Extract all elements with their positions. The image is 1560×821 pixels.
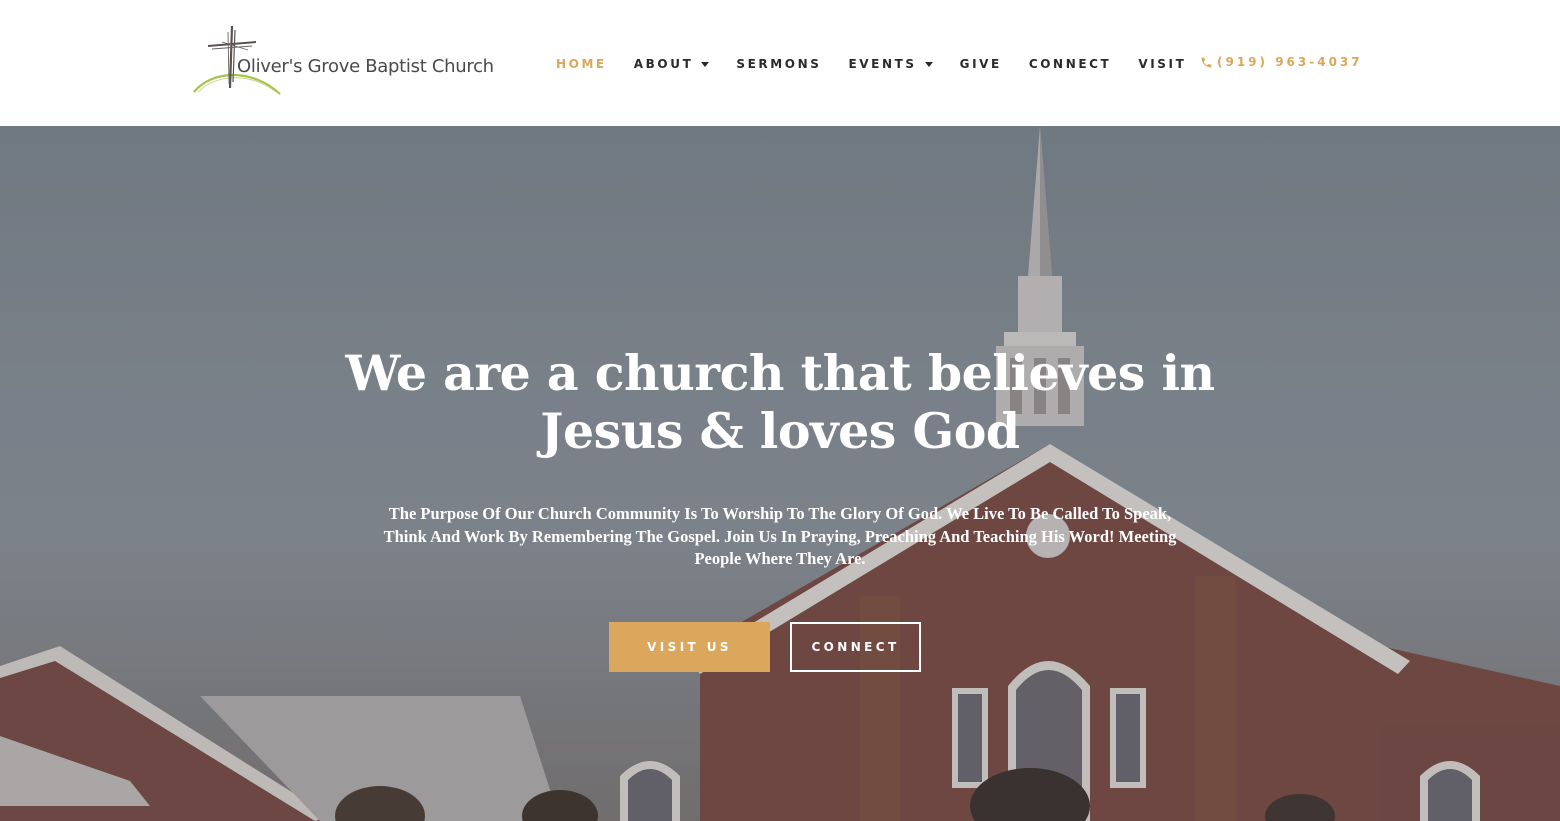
logo-text: Oliver's Grove Baptist Church <box>237 56 494 77</box>
nav-visit[interactable]: VISIT <box>1138 57 1186 71</box>
nav-events[interactable]: EVENTS <box>848 57 933 71</box>
hero-title-line2: Jesus & loves God <box>540 402 1020 460</box>
connect-button[interactable]: CONNECT <box>790 622 921 672</box>
phone-link[interactable]: (919) 963-4037 <box>1200 52 1363 72</box>
chevron-down-icon <box>701 61 710 67</box>
nav-events-label: EVENTS <box>848 57 917 71</box>
nav-sermons-label: SERMONS <box>736 57 822 71</box>
connect-label: CONNECT <box>811 640 900 654</box>
phone-number: (919) 963-4037 <box>1217 55 1363 69</box>
chevron-down-icon <box>924 61 933 67</box>
visit-us-label: VISIT US <box>647 640 732 654</box>
nav-home[interactable]: HOME <box>556 57 607 71</box>
nav-sermons[interactable]: SERMONS <box>736 57 821 71</box>
nav-home-label: HOME <box>556 57 607 71</box>
nav-visit-label: VISIT <box>1138 57 1187 71</box>
site-header: Oliver's Grove Baptist Church HOME ABOUT… <box>0 0 1560 126</box>
hero-title: We are a church that believes in Jesus &… <box>330 344 1230 460</box>
nav-connect-label: CONNECT <box>1028 57 1112 71</box>
nav-give[interactable]: GIVE <box>960 57 1002 71</box>
phone-icon <box>1201 57 1212 67</box>
main-nav: HOME ABOUT SERMONS EVENTS GIVE CONNECT V… <box>556 54 1186 74</box>
nav-connect[interactable]: CONNECT <box>1029 57 1111 71</box>
nav-about[interactable]: ABOUT <box>634 57 710 71</box>
hero-overlay <box>0 126 1560 821</box>
visit-us-button[interactable]: VISIT US <box>609 622 770 672</box>
hero-title-line1: We are a church that believes in <box>345 344 1215 402</box>
hero-subtitle: The Purpose Of Our Church Community Is T… <box>383 504 1177 568</box>
hero-section: We are a church that believes in Jesus &… <box>0 126 1560 821</box>
nav-give-label: GIVE <box>959 57 1002 71</box>
site-logo[interactable]: Oliver's Grove Baptist Church <box>192 22 494 98</box>
nav-about-label: ABOUT <box>633 57 694 71</box>
